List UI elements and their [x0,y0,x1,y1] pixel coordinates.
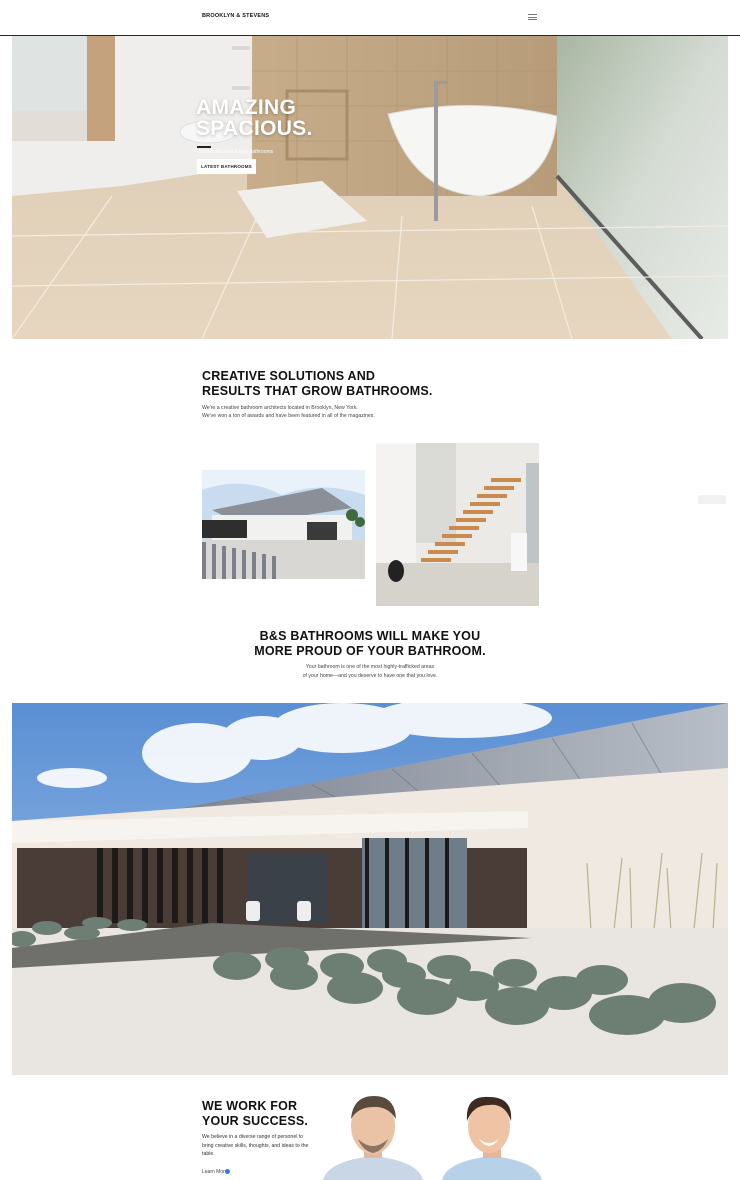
team-member-photo [318,1091,428,1180]
brand-logo[interactable]: BROOKLYN & STEVENS [202,13,269,19]
team-member-photo [437,1091,547,1180]
latest-bathrooms-button[interactable]: LATEST BATHROOMS [197,159,256,174]
proud-text: Your bathroom is one of the most highly-… [250,663,490,680]
proud-text-line2: of your home—and you deserve to have one… [302,672,438,679]
modern-house-photo [202,470,365,579]
hero-title: AMAZING SPACIOUS. [196,97,313,139]
scroll-indicator [698,495,726,504]
hero-title-line1: AMAZING [196,96,297,119]
intro-text-line1: We're a creative bathroom architects loc… [202,405,358,411]
hero-subtitle: Go and discover luxury bathrooms [197,149,274,155]
hamburger-menu-icon[interactable] [528,14,537,21]
intro-text: We're a creative bathroom architects loc… [202,404,375,420]
intro-title-line1: CREATIVE SOLUTIONS AND [202,369,376,383]
house-exterior-photo [12,703,728,1075]
team-text: We believe in a diverse range of persone… [202,1134,309,1157]
hero-divider [197,146,211,148]
proud-title-line2: MORE PROUD OF YOUR BATHROOM. [254,644,486,658]
hero-title-line2: SPACIOUS. [196,117,313,140]
team-title: WE WORK FOR YOUR SUCCESS. [202,1099,308,1128]
proud-title-line1: B&S BATHROOMS WILL MAKE YOU [259,629,481,643]
proud-title: B&S BATHROOMS WILL MAKE YOU MORE PROUD O… [210,629,530,659]
interior-stairs-photo [376,443,539,606]
arrow-right-circle-icon[interactable] [225,1169,230,1174]
team-title-line1: WE WORK FOR [202,1099,298,1113]
team-title-line2: YOUR SUCCESS. [202,1113,309,1128]
intro-title-line2: RESULTS THAT GROW BATHROOMS. [202,384,433,398]
proud-text-line1: Your bathroom is one of the most highly-… [305,664,435,670]
intro-title: CREATIVE SOLUTIONS AND RESULTS THAT GROW… [202,369,433,399]
site-header [0,0,740,36]
hero-image [12,36,728,339]
intro-text-line2: We've won a ton of awards and have been … [202,413,375,419]
learn-more-link[interactable]: Learn More [202,1169,228,1175]
